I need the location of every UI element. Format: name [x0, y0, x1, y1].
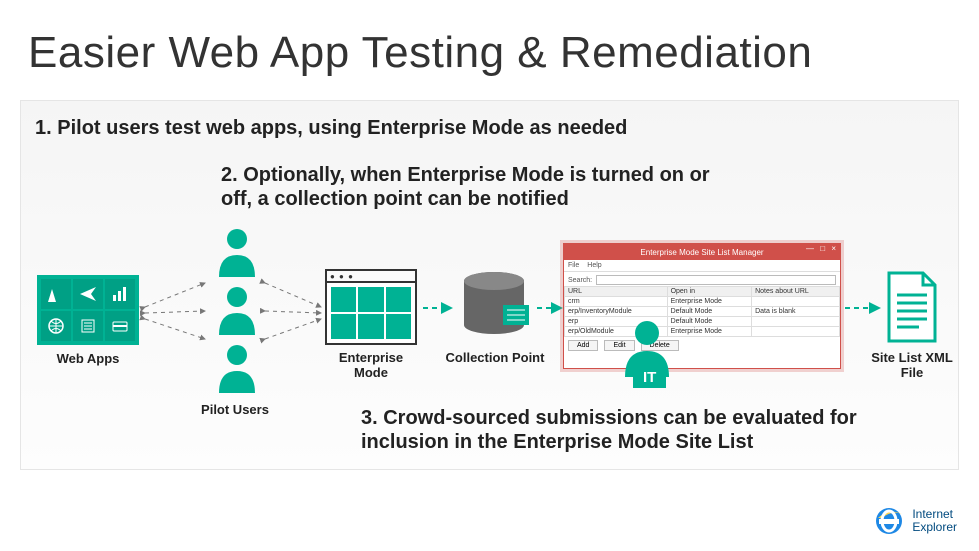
- ie-icon: [872, 504, 906, 538]
- user-icon: [215, 343, 259, 393]
- arrow-em-cp: [421, 301, 455, 319]
- step-2-text: 2. Optionally, when Enterprise Mode is t…: [221, 163, 741, 211]
- window-controls: — □ ×: [806, 244, 838, 253]
- site-list-table: URL Open in Notes about URL crmEnterpris…: [564, 286, 840, 337]
- arrow-webapps-users: [143, 279, 209, 354]
- table-row: erp/OldModuleEnterprise Mode: [565, 327, 840, 337]
- webapps-label: Web Apps: [35, 351, 141, 366]
- step-3-text: 3. Crowd-sourced submissions can be eval…: [361, 406, 901, 454]
- tile-form-icon: [73, 311, 103, 341]
- admin-window-title: Enterprise Mode Site List Manager: [640, 248, 763, 257]
- user-icon: [215, 285, 259, 335]
- tile-card-icon: [105, 311, 135, 341]
- table-row: erpDefault Mode: [565, 317, 840, 327]
- tile-building-icon: [41, 279, 71, 309]
- webapps-icon-grid: [37, 275, 139, 345]
- tile-globe-icon: [41, 311, 71, 341]
- ie-brand-text: Internet Explorer: [912, 508, 957, 533]
- it-label: IT: [633, 367, 666, 388]
- search-input: [596, 275, 836, 285]
- pilot-users-label: Pilot Users: [175, 402, 295, 417]
- tile-plane-icon: [73, 279, 103, 309]
- admin-window-titlebar: Enterprise Mode Site List Manager — □ ×: [564, 244, 840, 260]
- enterprise-mode-label: Enterprise Mode: [321, 351, 421, 381]
- col-openin: Open in: [667, 287, 752, 297]
- content-band: 1. Pilot users test web apps, using Ente…: [20, 100, 959, 470]
- arrow-users-em: [263, 279, 325, 354]
- internet-explorer-logo: Internet Explorer: [872, 501, 957, 541]
- enterprise-mode-browser-icon: ● ● ●: [325, 269, 417, 345]
- search-label: Search:: [568, 277, 592, 284]
- collection-point-database-icon: [455, 271, 533, 345]
- col-url: URL: [565, 287, 668, 297]
- site-list-manager-window: Enterprise Mode Site List Manager — □ × …: [563, 243, 841, 369]
- workflow-diagram: Web Apps: [35, 227, 945, 397]
- arrow-admin-xml: [843, 301, 883, 319]
- step-1-text: 1. Pilot users test web apps, using Ente…: [35, 117, 627, 140]
- menu-file: File: [568, 262, 579, 269]
- table-row: erp/InventoryModuleDefault ModeData is b…: [565, 307, 840, 317]
- add-button: Add: [568, 340, 598, 351]
- table-row: crmEnterprise Mode: [565, 297, 840, 307]
- arrow-cp-admin: [535, 301, 565, 319]
- pilot-users-group: [207, 227, 267, 397]
- collection-point-label: Collection Point: [445, 351, 545, 366]
- menu-help: Help: [587, 262, 601, 269]
- xml-file-icon: [883, 271, 939, 343]
- xml-file-label: Site List XML File: [867, 351, 957, 381]
- admin-menu-bar: File Help: [564, 260, 840, 272]
- page-title: Easier Web App Testing & Remediation: [28, 28, 812, 78]
- tile-chart-icon: [105, 279, 135, 309]
- user-icon: [215, 227, 259, 277]
- col-notes: Notes about URL: [752, 287, 840, 297]
